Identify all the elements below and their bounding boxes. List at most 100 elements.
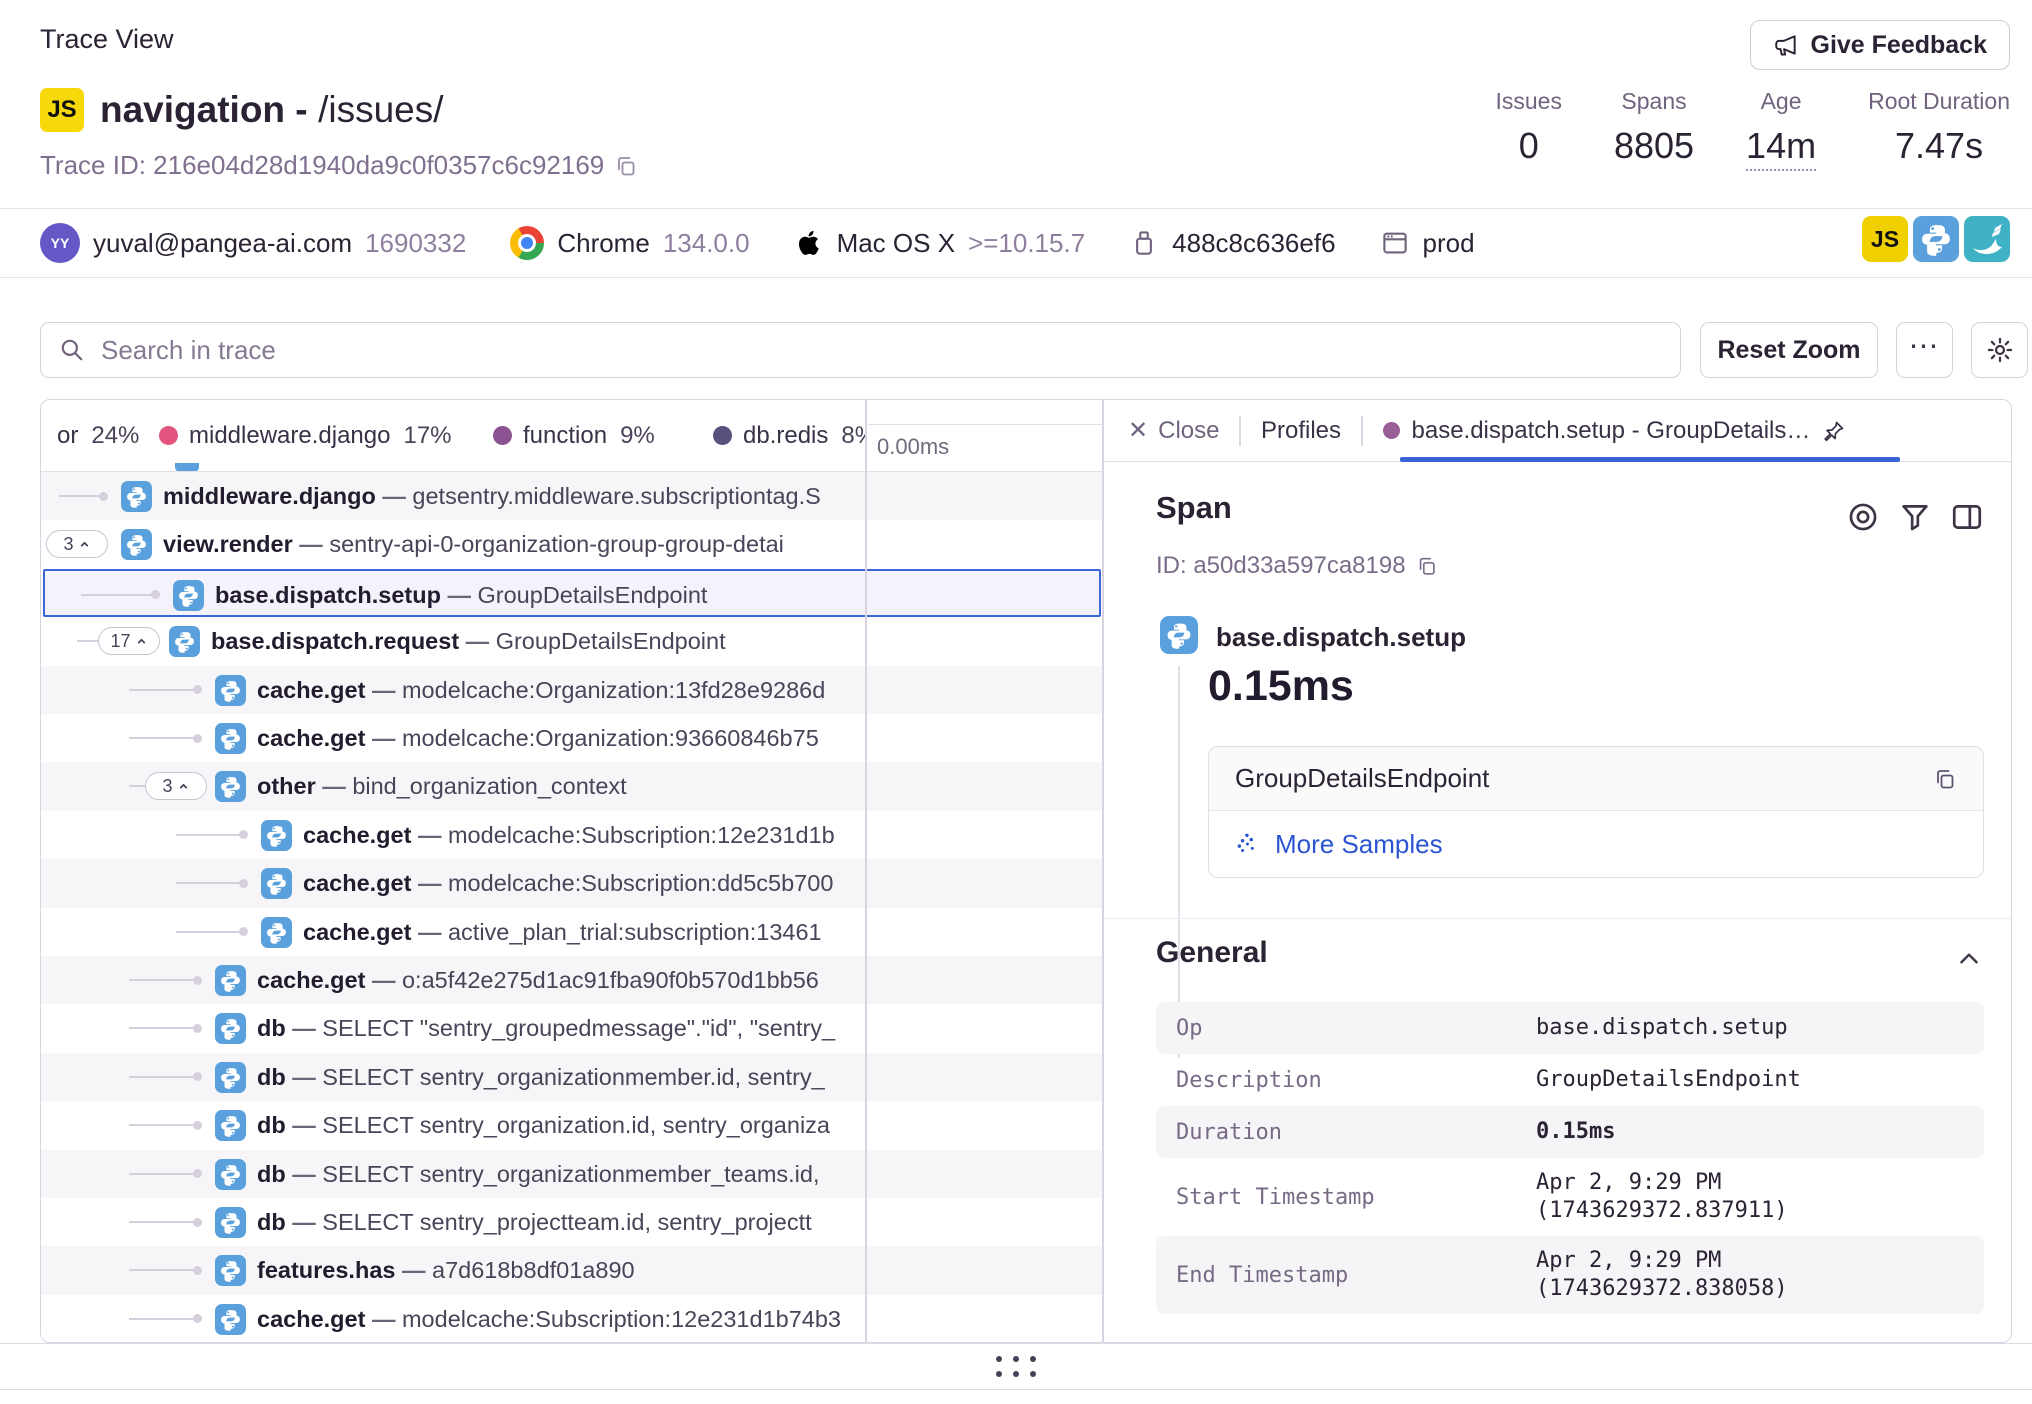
general-table-row: Opbase.dispatch.setup: [1156, 1002, 1984, 1054]
focus-span-icon[interactable]: [1846, 500, 1880, 534]
divider: [1104, 918, 2012, 919]
general-table-row: End TimestampApr 2, 9:29 PM(1743629372.8…: [1156, 1236, 1984, 1314]
legend-dot: [493, 426, 512, 445]
platform-icons: JS: [1862, 216, 2010, 262]
pin-icon[interactable]: [1822, 419, 1846, 443]
profiling-dots-icon: [1235, 831, 1261, 857]
tab-profiles[interactable]: Profiles: [1261, 417, 1341, 445]
search-input[interactable]: [99, 334, 1662, 367]
more-options-button[interactable]: ⋯: [1896, 322, 1953, 378]
trace-tree-row[interactable]: middleware.django — getsentry.middleware…: [41, 472, 1103, 520]
trace-tree-row-selected[interactable]: base.dispatch.setup — GroupDetailsEndpoi…: [43, 569, 1101, 617]
trace-tree-row[interactable]: 17base.dispatch.request — GroupDetailsEn…: [41, 617, 1103, 665]
tree-connector-dot: [193, 1314, 202, 1323]
collapse-children-badge[interactable]: 3: [145, 772, 207, 800]
python-icon: [169, 626, 200, 657]
copy-icon[interactable]: [614, 154, 638, 178]
trace-tree-row[interactable]: db — SELECT sentry_projectteam.id, sentr…: [41, 1198, 1103, 1246]
trace-tree-row[interactable]: db — SELECT "sentry_groupedmessage"."id"…: [41, 1004, 1103, 1052]
collapse-children-badge[interactable]: 17: [98, 627, 160, 655]
gear-icon: [1986, 336, 2014, 364]
window-icon: [1380, 228, 1410, 258]
legend-item: middleware.django 17%: [159, 400, 452, 471]
close-icon: ✕: [1128, 416, 1148, 445]
give-feedback-button[interactable]: Give Feedback: [1750, 20, 2010, 70]
tree-connector-dot: [151, 590, 160, 599]
environment: prod: [1423, 228, 1475, 259]
apple-icon: [794, 228, 824, 258]
tab-span-details[interactable]: base.dispatch.setup - GroupDetails…: [1383, 417, 1847, 445]
trace-tree-row[interactable]: cache.get — modelcache:Subscription:12e2…: [41, 811, 1103, 859]
divider: [0, 277, 2032, 278]
settings-button[interactable]: [1971, 322, 2028, 378]
close-panel-button[interactable]: ✕ Close: [1128, 416, 1219, 445]
drag-handle[interactable]: [996, 1356, 1036, 1377]
more-samples-link[interactable]: More Samples: [1275, 829, 1443, 860]
trace-tree-row[interactable]: cache.get — o:a5f42e275d1ac91fba90f0b570…: [41, 956, 1103, 1004]
divider: [1239, 416, 1241, 446]
tree-connector-dot: [193, 1121, 202, 1130]
tree-connector-dot: [193, 734, 202, 743]
span-row-label: db — SELECT sentry_organizationmember_te…: [257, 1161, 865, 1188]
trace-tree-row[interactable]: 3view.render — sentry-api-0-organization…: [41, 520, 1103, 568]
trace-tree-row[interactable]: cache.get — modelcache:Subscription:12e2…: [41, 1295, 1103, 1343]
trace-title-row: JS navigation - /issues/: [40, 88, 444, 132]
general-value: GroupDetailsEndpoint: [1536, 1066, 1801, 1094]
tree-connector: [129, 689, 193, 691]
search-container: [40, 322, 1681, 378]
tree-connector: [176, 882, 239, 884]
trace-tree-row[interactable]: db — SELECT sentry_organization.id, sent…: [41, 1101, 1103, 1149]
timeline-left-divider[interactable]: [865, 400, 867, 1343]
span-row-label: db — SELECT "sentry_groupedmessage"."id"…: [257, 1015, 865, 1042]
chevron-up-icon: [78, 538, 91, 551]
copy-icon[interactable]: [1416, 555, 1438, 577]
stat-spans: Spans 8805: [1614, 88, 1694, 171]
tree-connector-dot: [193, 1218, 202, 1227]
tree-connector: [77, 640, 98, 642]
copy-icon[interactable]: [1933, 767, 1957, 791]
trace-tree-row[interactable]: 3 other — bind_organization_context: [41, 762, 1103, 810]
general-section-heading: General: [1156, 936, 1268, 970]
tree-connector-dot: [193, 976, 202, 985]
span-duration: 0.15ms: [1208, 662, 1354, 711]
chevron-up-icon[interactable]: [1956, 946, 1982, 972]
python-icon: [215, 965, 246, 996]
user-id: 1690332: [365, 228, 466, 259]
side-panel-layout-icon[interactable]: [1950, 500, 1984, 534]
span-row-label: cache.get — modelcache:Subscription:dd5c…: [303, 870, 865, 897]
legend-item: or 24%: [41, 400, 139, 471]
trace-tree-row[interactable]: cache.get — modelcache:Organization:9366…: [41, 714, 1103, 762]
trace-tree-row[interactable]: cache.get — modelcache:Organization:13fd…: [41, 666, 1103, 714]
span-id: ID: a50d33a597ca8198: [1156, 552, 1406, 580]
trace-tree: middleware.django — getsentry.middleware…: [41, 400, 1103, 1343]
divider: [0, 208, 2032, 209]
python-icon: [215, 723, 246, 754]
python-icon: [215, 1207, 246, 1238]
python-icon: [261, 917, 292, 948]
user-item[interactable]: YY yuval@pangea-ai.com 1690332: [40, 223, 466, 263]
span-row-label: other — bind_organization_context: [257, 773, 865, 800]
trace-tree-row[interactable]: db — SELECT sentry_organizationmember_te…: [41, 1150, 1103, 1198]
tree-connector-dot: [193, 1266, 202, 1275]
collapse-children-badge[interactable]: 3: [46, 530, 108, 558]
trace-tree-row[interactable]: cache.get — modelcache:Subscription:dd5c…: [41, 859, 1103, 907]
span-row-label: middleware.django — getsentry.middleware…: [163, 483, 865, 510]
os-version: >=10.15.7: [968, 228, 1085, 259]
trace-tree-row[interactable]: db — SELECT sentry_organizationmember.id…: [41, 1053, 1103, 1101]
tree-connector-dot: [193, 1169, 202, 1178]
stat-root-duration: Root Duration 7.47s: [1868, 88, 2010, 171]
funnel-icon[interactable]: [1898, 500, 1932, 534]
span-op-title: base.dispatch.setup: [1216, 622, 1466, 653]
reset-zoom-button[interactable]: Reset Zoom: [1700, 322, 1878, 378]
tree-connector-dot: [239, 830, 248, 839]
trace-tree-row[interactable]: cache.get — active_plan_trial:subscripti…: [41, 908, 1103, 956]
general-value: Apr 2, 9:29 PM(1743629372.838058): [1536, 1247, 1788, 1303]
general-value: 0.15ms: [1536, 1118, 1615, 1146]
trace-waterfall-container: middleware.django — getsentry.middleware…: [40, 399, 2012, 1343]
user-email: yuval@pangea-ai.com: [93, 228, 352, 259]
tree-connector: [129, 1269, 193, 1271]
span-row-label: base.dispatch.setup — GroupDetailsEndpoi…: [215, 582, 869, 609]
general-value: base.dispatch.setup: [1536, 1014, 1788, 1042]
tree-connector: [59, 495, 99, 497]
trace-tree-row[interactable]: features.has — a7d618b8df01a890: [41, 1246, 1103, 1294]
